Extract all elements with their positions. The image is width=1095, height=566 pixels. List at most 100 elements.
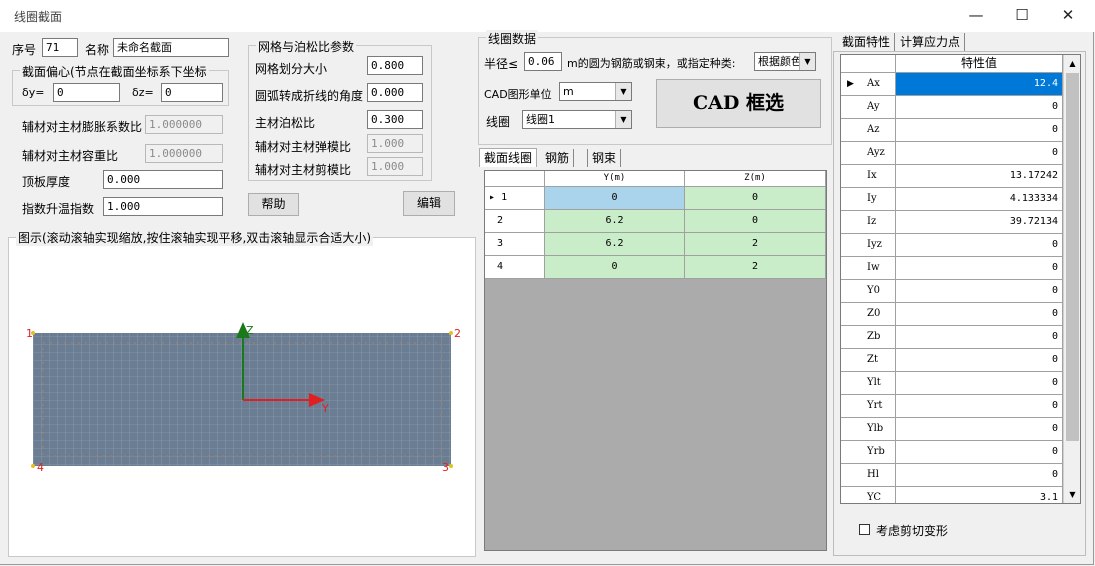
tab-rebar[interactable]: 钢筋 bbox=[541, 149, 575, 167]
grid-header-y[interactable]: Y(m) bbox=[545, 171, 685, 187]
grid-corner-header bbox=[485, 171, 545, 187]
prop-value-2[interactable]: 0 bbox=[896, 119, 1063, 142]
prop-value-9[interactable]: 0 bbox=[896, 280, 1063, 303]
close-button[interactable]: ✕ bbox=[1045, 0, 1091, 32]
corner-label-2: 2 bbox=[454, 327, 461, 340]
kind-select[interactable]: 根据颜色 ▼ bbox=[754, 52, 816, 71]
prop-name-17[interactable]: Hl bbox=[841, 464, 896, 487]
grid-header-z[interactable]: Z(m) bbox=[685, 171, 826, 187]
seq-label: 序号 bbox=[12, 43, 37, 57]
expansion-label: 辅材对主材膨胀系数比 bbox=[22, 120, 143, 134]
elastic-ratio-input[interactable]: 1.000 bbox=[367, 134, 423, 153]
prop-name-12[interactable]: Zt bbox=[841, 349, 896, 372]
cell-y-3[interactable]: 6.2 bbox=[545, 233, 685, 256]
prop-name-7[interactable]: Iyz bbox=[841, 234, 896, 257]
prop-value-8[interactable]: 0 bbox=[896, 257, 1063, 280]
prop-name-15[interactable]: Ylb bbox=[841, 418, 896, 441]
cad-unit-label: CAD图形单位 bbox=[484, 88, 552, 101]
props-grid[interactable]: 特性值 ▶ Ax 12.4 Ay 0 Az 0 Ayz 0 Ix 13.17242 Iy 4.13333… bbox=[840, 54, 1081, 504]
row-header-1[interactable]: ▸ 1 bbox=[485, 187, 545, 210]
props-header-value[interactable]: 特性值 bbox=[896, 55, 1063, 73]
prop-name-5[interactable]: Iy bbox=[841, 188, 896, 211]
cell-z-1[interactable]: 0 bbox=[685, 187, 826, 210]
prop-value-0[interactable]: 12.4 bbox=[896, 73, 1063, 96]
tab-section-coil[interactable]: 截面线圈 bbox=[479, 148, 538, 167]
prop-name-13[interactable]: Ylt bbox=[841, 372, 896, 395]
expansion-input[interactable]: 1.000000 bbox=[145, 115, 223, 134]
prop-value-16[interactable]: 0 bbox=[896, 441, 1063, 464]
dy-input[interactable]: 0 bbox=[53, 83, 120, 102]
prop-name-16[interactable]: Yrb bbox=[841, 441, 896, 464]
prop-value-12[interactable]: 0 bbox=[896, 349, 1063, 372]
topplate-label: 顶板厚度 bbox=[22, 175, 71, 189]
prop-value-18[interactable]: 3.1 bbox=[896, 487, 1063, 503]
scroll-down-icon[interactable]: ▼ bbox=[1064, 486, 1080, 503]
cad-select-button[interactable]: CAD 框选 bbox=[656, 79, 821, 128]
shear-ratio-label: 辅材对主材剪模比 bbox=[255, 163, 352, 177]
cell-z-3[interactable]: 2 bbox=[685, 233, 826, 256]
current-row-icon: ▶ bbox=[847, 79, 854, 89]
prop-name-2[interactable]: Az bbox=[841, 119, 896, 142]
prop-value-14[interactable]: 0 bbox=[896, 395, 1063, 418]
edit-button[interactable]: 编辑 bbox=[403, 191, 455, 216]
prop-name-8[interactable]: Iw bbox=[841, 257, 896, 280]
row-header-2[interactable]: 2 bbox=[485, 210, 545, 233]
tab-tendon[interactable]: 钢束 bbox=[587, 149, 622, 167]
prop-name-6[interactable]: Iz bbox=[841, 211, 896, 234]
cell-z-2[interactable]: 0 bbox=[685, 210, 826, 233]
seq-input[interactable]: 71 bbox=[42, 38, 78, 57]
prop-value-1[interactable]: 0 bbox=[896, 96, 1063, 119]
topplate-input[interactable]: 0.000 bbox=[103, 170, 223, 189]
kind-select-value: 根据颜色 bbox=[758, 55, 802, 68]
tab-stress-points[interactable]: 计算应力点 bbox=[896, 33, 966, 51]
prop-value-6[interactable]: 39.72134 bbox=[896, 211, 1063, 234]
prop-name-18[interactable]: YC bbox=[841, 487, 896, 503]
cad-unit-select[interactable]: m ▼ bbox=[559, 82, 632, 101]
cell-z-4[interactable]: 2 bbox=[685, 256, 826, 279]
prop-value-5[interactable]: 4.133334 bbox=[896, 188, 1063, 211]
maximize-button[interactable]: ☐ bbox=[999, 0, 1045, 32]
poisson-input[interactable]: 0.300 bbox=[367, 110, 423, 129]
shear-checkbox[interactable] bbox=[859, 524, 870, 535]
coil-select[interactable]: 线圈1 ▼ bbox=[522, 110, 632, 129]
prop-value-4[interactable]: 13.17242 bbox=[896, 165, 1063, 188]
prop-name-1[interactable]: Ay bbox=[841, 96, 896, 119]
prop-name-14[interactable]: Yrt bbox=[841, 395, 896, 418]
arc-angle-input[interactable]: 0.000 bbox=[367, 83, 423, 102]
prop-value-10[interactable]: 0 bbox=[896, 303, 1063, 326]
scroll-thumb[interactable] bbox=[1066, 73, 1079, 441]
props-scrollbar[interactable]: ▲ ▼ bbox=[1063, 55, 1080, 503]
minimize-button[interactable]: — bbox=[953, 0, 999, 32]
prop-value-15[interactable]: 0 bbox=[896, 418, 1063, 441]
prop-value-13[interactable]: 0 bbox=[896, 372, 1063, 395]
corner-node-2 bbox=[449, 331, 453, 335]
cell-y-4[interactable]: 0 bbox=[545, 256, 685, 279]
prop-name-4[interactable]: Ix bbox=[841, 165, 896, 188]
prop-value-7[interactable]: 0 bbox=[896, 234, 1063, 257]
dz-input[interactable]: 0 bbox=[161, 83, 223, 102]
scroll-up-icon[interactable]: ▲ bbox=[1064, 55, 1080, 72]
corner-node-4 bbox=[31, 464, 35, 468]
name-input[interactable]: 未命名截面 bbox=[113, 38, 229, 57]
help-button[interactable]: 帮助 bbox=[248, 193, 299, 216]
temp-input[interactable]: 1.000 bbox=[103, 197, 223, 216]
cell-y-2[interactable]: 6.2 bbox=[545, 210, 685, 233]
shear-ratio-input[interactable]: 1.000 bbox=[367, 157, 423, 176]
props-corner-header bbox=[841, 55, 896, 73]
prop-name-11[interactable]: Zb bbox=[841, 326, 896, 349]
tab-section-props[interactable]: 截面特性 bbox=[838, 33, 896, 51]
cell-y-1[interactable]: 0 bbox=[545, 187, 685, 210]
density-input[interactable]: 1.000000 bbox=[145, 144, 223, 163]
radius-input[interactable]: 0.06 bbox=[524, 52, 562, 71]
row-header-4[interactable]: 4 bbox=[485, 256, 545, 279]
prop-value-11[interactable]: 0 bbox=[896, 326, 1063, 349]
row-header-3[interactable]: 3 bbox=[485, 233, 545, 256]
props-tabbar: 截面特性 计算应力点 bbox=[838, 33, 1088, 53]
prop-value-17[interactable]: 0 bbox=[896, 464, 1063, 487]
prop-value-3[interactable]: 0 bbox=[896, 142, 1063, 165]
coords-grid[interactable]: Y(m) Z(m) ▸ 1 0 0 2 6.2 0 3 6.2 2 4 0 2 bbox=[484, 170, 827, 551]
prop-name-10[interactable]: Z0 bbox=[841, 303, 896, 326]
prop-name-9[interactable]: Y0 bbox=[841, 280, 896, 303]
prop-name-3[interactable]: Ayz bbox=[841, 142, 896, 165]
mesh-size-input[interactable]: 0.800 bbox=[367, 56, 423, 75]
